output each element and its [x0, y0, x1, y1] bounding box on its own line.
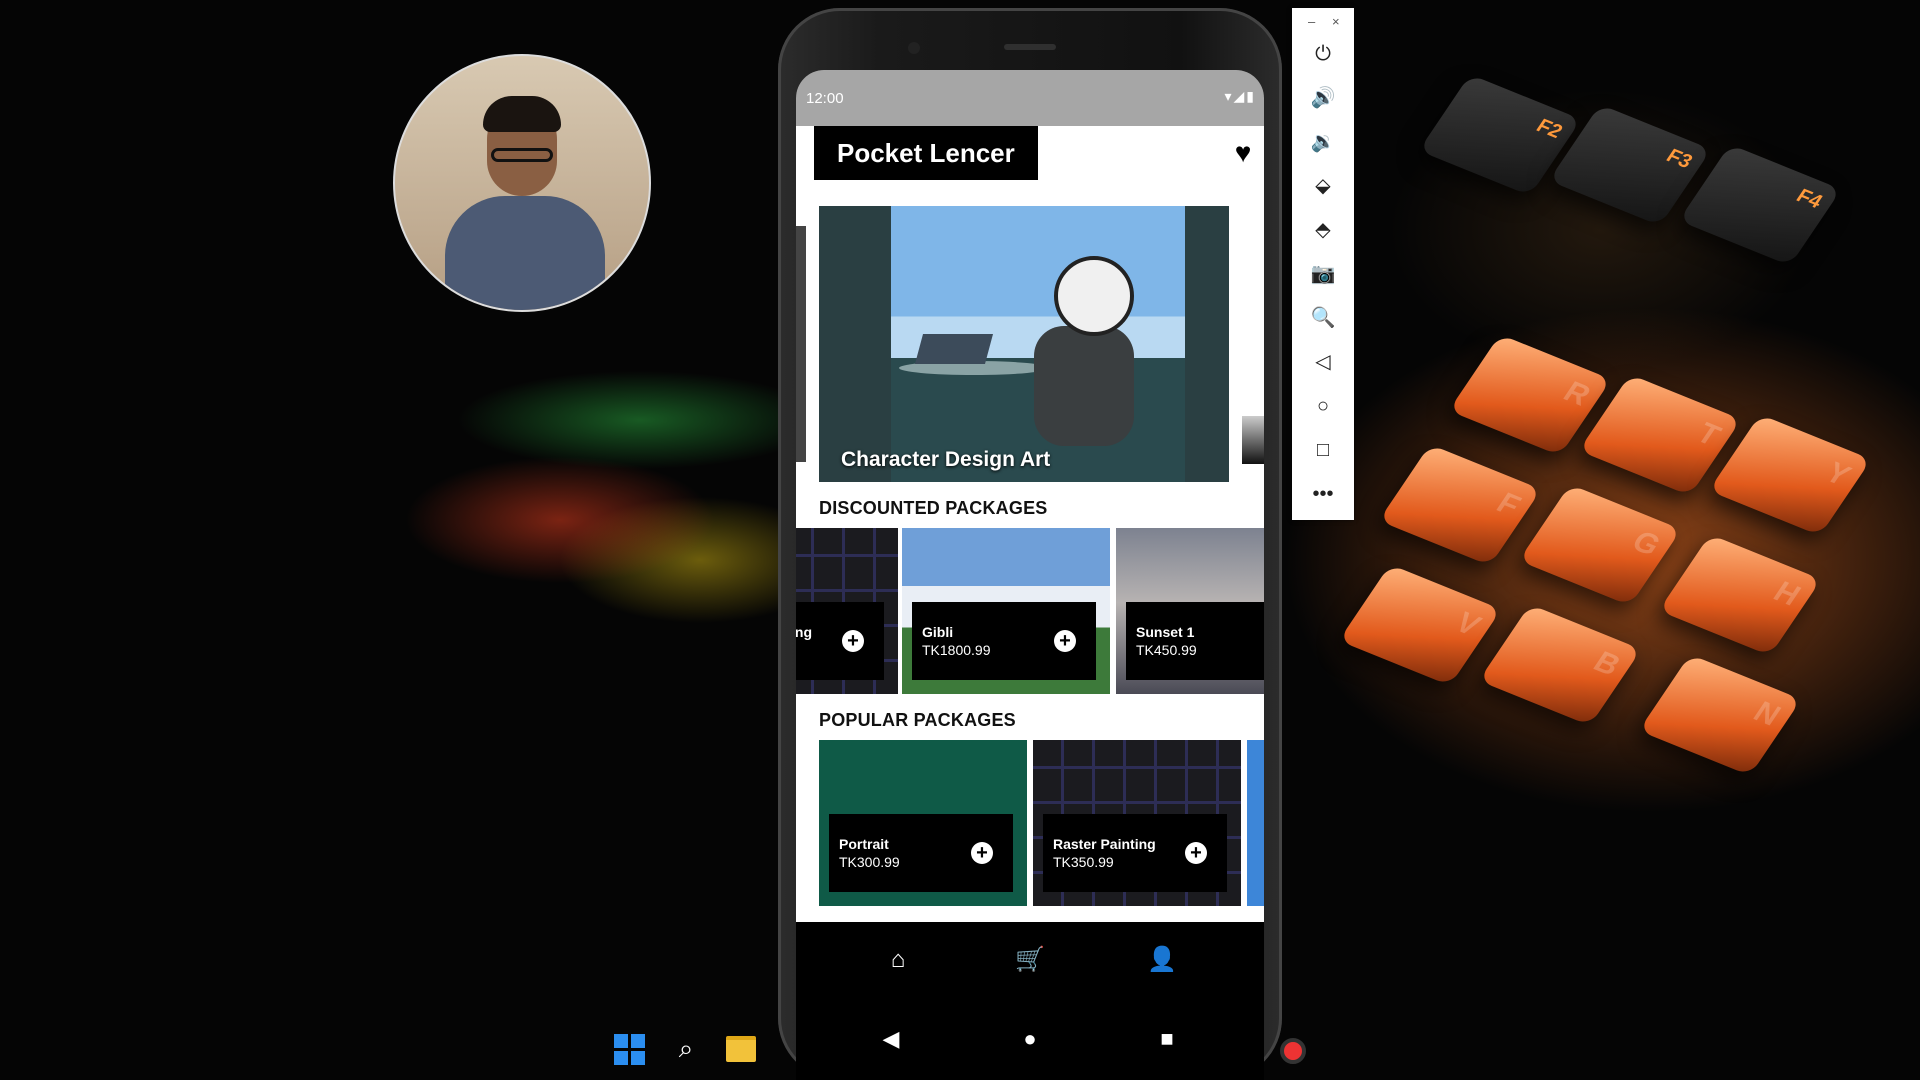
status-icons: ▾◢▮: [1224, 88, 1256, 104]
system-navigation-bar: ◀ ● ■: [796, 998, 1264, 1080]
keycap-f: F: [1378, 444, 1542, 566]
phone-speaker: [1004, 44, 1056, 50]
card-info: Raster Painting TK350.99 +: [1043, 814, 1227, 892]
slide-wall-left: [819, 206, 891, 482]
webcam-person-glasses: [491, 148, 553, 162]
slide-wall-right: [1185, 206, 1229, 482]
keycap-f4: F4: [1678, 144, 1842, 266]
card-name: Gibli: [922, 624, 954, 640]
power-icon[interactable]: ⏻: [1292, 38, 1354, 70]
keycap-b: B: [1478, 604, 1642, 726]
card-name: Sunset 1: [1136, 624, 1195, 640]
keycap-n: N: [1638, 654, 1802, 776]
popular-card[interactable]: Portrait TK300.99 +: [819, 740, 1027, 906]
status-bar: 12:00 ▾◢▮: [796, 70, 1264, 126]
card-info: Sunset 1 TK450.99: [1126, 602, 1264, 680]
close-button[interactable]: ×: [1332, 14, 1340, 29]
app-top-bar: Pocket Lencer ♥: [814, 126, 1258, 182]
back-button[interactable]: ◀: [876, 1024, 906, 1054]
app-title: Pocket Lencer: [814, 126, 1038, 180]
keycap-g: G: [1518, 484, 1682, 606]
heart-icon[interactable]: ♥: [1228, 138, 1258, 168]
discounted-card[interactable]: Sunset 1 TK450.99: [1116, 528, 1264, 694]
card-info: ting +: [796, 602, 884, 680]
phone-screen: 12:00 ▾◢▮ Pocket Lencer ♥ Character Desi…: [796, 70, 1264, 1080]
discounted-card[interactable]: ting +: [796, 528, 898, 694]
carousel-next-peek: [1242, 416, 1264, 464]
overview-icon[interactable]: □: [1292, 434, 1354, 466]
profile-icon[interactable]: 👤: [1142, 944, 1182, 976]
discounted-list[interactable]: ting + Gibli TK1800.99 + Sunset 1 TK450.…: [796, 528, 1264, 694]
webcam-person-body: [445, 196, 605, 310]
popular-card[interactable]: [1247, 740, 1264, 906]
carousel-prev-peek: [796, 226, 806, 462]
card-price: TK350.99: [1053, 854, 1114, 870]
status-time: 12:00: [806, 90, 844, 107]
add-to-cart-icon[interactable]: +: [842, 630, 864, 652]
slide-astronaut-body: [1034, 326, 1134, 446]
add-to-cart-icon[interactable]: +: [1054, 630, 1076, 652]
phone-front-camera: [908, 42, 920, 54]
keycap-v: V: [1338, 564, 1502, 686]
cart-icon[interactable]: 🛒: [1010, 944, 1050, 976]
popular-list[interactable]: Portrait TK300.99 + Raster Painting TK35…: [796, 740, 1264, 906]
popular-card[interactable]: Raster Painting TK350.99 +: [1033, 740, 1241, 906]
home-button[interactable]: ●: [1015, 1024, 1045, 1054]
emulator-toolbar: – × ⏻ 🔊 🔉 ⬙ ⬘ 📷 🔍 ◁ ○ □ •••: [1292, 8, 1354, 520]
volume-up-icon[interactable]: 🔊: [1292, 82, 1354, 114]
add-to-cart-icon[interactable]: +: [1185, 842, 1207, 864]
card-info: Portrait TK300.99 +: [829, 814, 1013, 892]
minimize-button[interactable]: –: [1308, 14, 1315, 29]
webcam-person-hair: [483, 96, 561, 132]
card-name: Portrait: [839, 836, 889, 852]
recents-button[interactable]: ■: [1152, 1024, 1182, 1054]
card-info: Gibli TK1800.99 +: [912, 602, 1096, 680]
camera-icon[interactable]: 📷: [1292, 258, 1354, 290]
card-price: TK300.99: [839, 854, 900, 870]
volume-down-icon[interactable]: 🔉: [1292, 126, 1354, 158]
record-indicator-icon: [1280, 1038, 1306, 1064]
carousel-slide[interactable]: Character Design Art: [819, 206, 1229, 482]
keycap-h: H: [1658, 534, 1822, 656]
app-content: Pocket Lencer ♥ Character Design Art DIS…: [796, 126, 1264, 922]
zoom-icon[interactable]: 🔍: [1292, 302, 1354, 334]
carousel-caption: Character Design Art: [841, 448, 1051, 471]
rotate-right-icon[interactable]: ⬘: [1292, 214, 1354, 246]
webcam-overlay: [393, 54, 651, 312]
home-icon[interactable]: ⌂: [878, 944, 918, 976]
card-name: Raster Painting: [1053, 836, 1156, 852]
home-icon[interactable]: ○: [1292, 390, 1354, 422]
hero-carousel[interactable]: Character Design Art: [796, 206, 1264, 482]
search-icon[interactable]: ⌕: [669, 1032, 703, 1066]
slide-astronaut-helmet: [1054, 256, 1134, 336]
discounted-section-title: DISCOUNTED PACKAGES: [819, 498, 1048, 518]
windows-start-icon[interactable]: [612, 1032, 646, 1066]
card-name: ting: [796, 624, 812, 640]
card-price: TK450.99: [1136, 642, 1197, 658]
popular-section-title: POPULAR PACKAGES: [819, 710, 1016, 730]
discounted-card[interactable]: Gibli TK1800.99 +: [902, 528, 1110, 694]
back-icon[interactable]: ◁: [1292, 346, 1354, 378]
add-to-cart-icon[interactable]: +: [971, 842, 993, 864]
rotate-left-icon[interactable]: ⬙: [1292, 170, 1354, 202]
bottom-nav: ⌂ 🛒 👤: [796, 922, 1264, 998]
file-explorer-icon[interactable]: [724, 1032, 758, 1066]
card-price: TK1800.99: [922, 642, 991, 658]
keycap-y: Y: [1708, 414, 1872, 536]
more-icon[interactable]: •••: [1292, 478, 1354, 510]
slide-laptop: [914, 334, 994, 364]
